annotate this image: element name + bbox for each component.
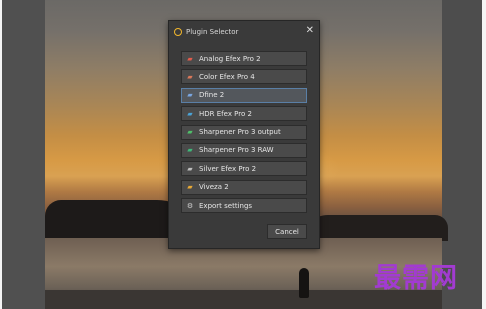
gear-icon: ⚙ (186, 201, 194, 210)
silver-efex-icon: ▰ (187, 164, 193, 173)
hdr-efex-icon: ▰ (187, 109, 193, 118)
color-efex-icon: ▰ (187, 72, 193, 81)
plugin-item-sharpener-raw[interactable]: ▰ Sharpener Pro 3 RAW (181, 142, 307, 158)
plugin-item-label: Color Efex Pro 4 (199, 72, 255, 81)
export-settings-label: Export settings (199, 201, 253, 210)
plugin-item-hdr-efex[interactable]: ▰ HDR Efex Pro 2 (181, 106, 307, 122)
plugin-item-analog-efex[interactable]: ▰ Analog Efex Pro 2 (181, 51, 307, 66)
analog-efex-icon: ▰ (187, 54, 193, 63)
sharpener-output-icon: ▰ (187, 128, 193, 137)
plugin-item-label: Viveza 2 (199, 183, 229, 192)
sharpener-raw-icon: ▰ (187, 146, 193, 155)
plugin-item-label: Sharpener Pro 3 RAW (199, 146, 274, 155)
dfine-icon: ▰ (187, 91, 193, 100)
plugin-item-label: Silver Efex Pro 2 (199, 164, 257, 173)
plugin-item-label: HDR Efex Pro 2 (199, 109, 252, 118)
plugin-item-color-efex[interactable]: ▰ Color Efex Pro 4 (181, 69, 307, 85)
nik-logo-icon (174, 28, 182, 36)
plugin-item-label: Dfine 2 (199, 91, 225, 100)
dialog-title: Plugin Selector (186, 28, 239, 36)
plugin-item-label: Analog Efex Pro 2 (199, 54, 261, 63)
plugin-item-label: Sharpener Pro 3 output (199, 128, 281, 137)
plugin-item-sharpener-output[interactable]: ▰ Sharpener Pro 3 output (181, 124, 307, 140)
plugin-item-silver-efex[interactable]: ▰ Silver Efex Pro 2 (181, 161, 307, 177)
plugin-selector-dialog: Plugin Selector ✕ ▰ Analog Efex Pro 2 ▰ … (168, 20, 320, 249)
cancel-button[interactable]: Cancel (267, 224, 307, 239)
plugin-item-viveza[interactable]: ▰ Viveza 2 (181, 179, 307, 195)
close-icon[interactable]: ✕ (306, 25, 314, 37)
viveza-icon: ▰ (187, 183, 193, 192)
left-panel (2, 0, 45, 309)
plugin-item-dfine[interactable]: ▰ Dfine 2 (181, 87, 307, 103)
plugin-list: ▰ Analog Efex Pro 2 ▰ Color Efex Pro 4 ▰… (181, 51, 307, 217)
watermark-text: 最需网 (374, 263, 458, 294)
person-silhouette (299, 268, 309, 298)
export-settings-button[interactable]: ⚙ Export settings (181, 198, 307, 214)
dialog-titlebar[interactable]: Plugin Selector ✕ (169, 21, 319, 43)
